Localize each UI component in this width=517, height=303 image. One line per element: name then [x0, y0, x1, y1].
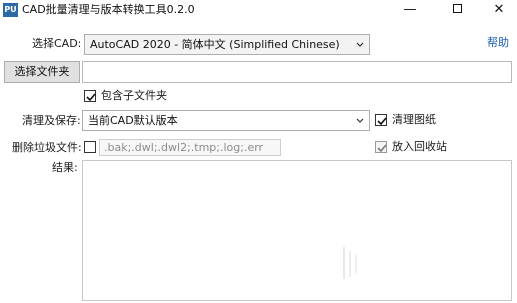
checkmark-icon	[377, 144, 387, 153]
recycle-bin-checkbox[interactable]	[375, 141, 387, 153]
maximize-button[interactable]	[436, 0, 478, 22]
chevron-down-icon	[356, 42, 364, 47]
recycle-bin-label: 放入回收站	[392, 140, 447, 153]
help-link[interactable]: 帮助	[487, 36, 509, 50]
close-button[interactable]: ✕	[478, 0, 517, 22]
chevron-down-icon	[356, 118, 364, 123]
junk-extensions-value: .bak;.dwl;.dwl2;.tmp;.log;.err	[104, 141, 264, 154]
app-icon: PU	[3, 3, 18, 17]
maximize-icon	[452, 4, 462, 13]
clean-drawing-label: 清理图纸	[392, 113, 436, 126]
folder-path-input[interactable]	[82, 61, 512, 83]
clean-drawing-checkbox[interactable]	[375, 114, 387, 126]
cad-version-dropdown[interactable]: AutoCAD 2020 - 简体中文 (Simplified Chinese)	[84, 34, 370, 55]
save-version-dropdown[interactable]: 当前CAD默认版本	[82, 110, 370, 131]
minimize-button[interactable]: —	[389, 0, 431, 22]
checkmark-icon	[86, 93, 96, 102]
include-subfolders-checkbox[interactable]	[84, 90, 96, 102]
checkmark-icon	[377, 117, 387, 126]
include-subfolders-label: 包含子文件夹	[101, 89, 167, 102]
clean-save-label: 清理及保存:	[22, 114, 81, 127]
delete-junk-checkbox[interactable]	[84, 141, 96, 153]
delete-junk-label: 删除垃圾文件:	[12, 141, 82, 154]
title-bar: PU CAD批量清理与版本转换工具0.2.0 — ✕	[0, 0, 517, 22]
results-label: 结果:	[52, 161, 78, 174]
window-title: CAD批量清理与版本转换工具0.2.0	[22, 3, 195, 16]
save-version-value: 当前CAD默认版本	[88, 114, 178, 127]
watermark-graphic	[343, 247, 357, 279]
results-output[interactable]	[82, 160, 512, 301]
cad-version-value: AutoCAD 2020 - 简体中文 (Simplified Chinese)	[90, 38, 340, 51]
junk-extensions-input[interactable]: .bak;.dwl;.dwl2;.tmp;.log;.err	[99, 139, 281, 156]
select-folder-button[interactable]: 选择文件夹	[4, 61, 80, 83]
cad-select-label: 选择CAD:	[32, 37, 82, 50]
